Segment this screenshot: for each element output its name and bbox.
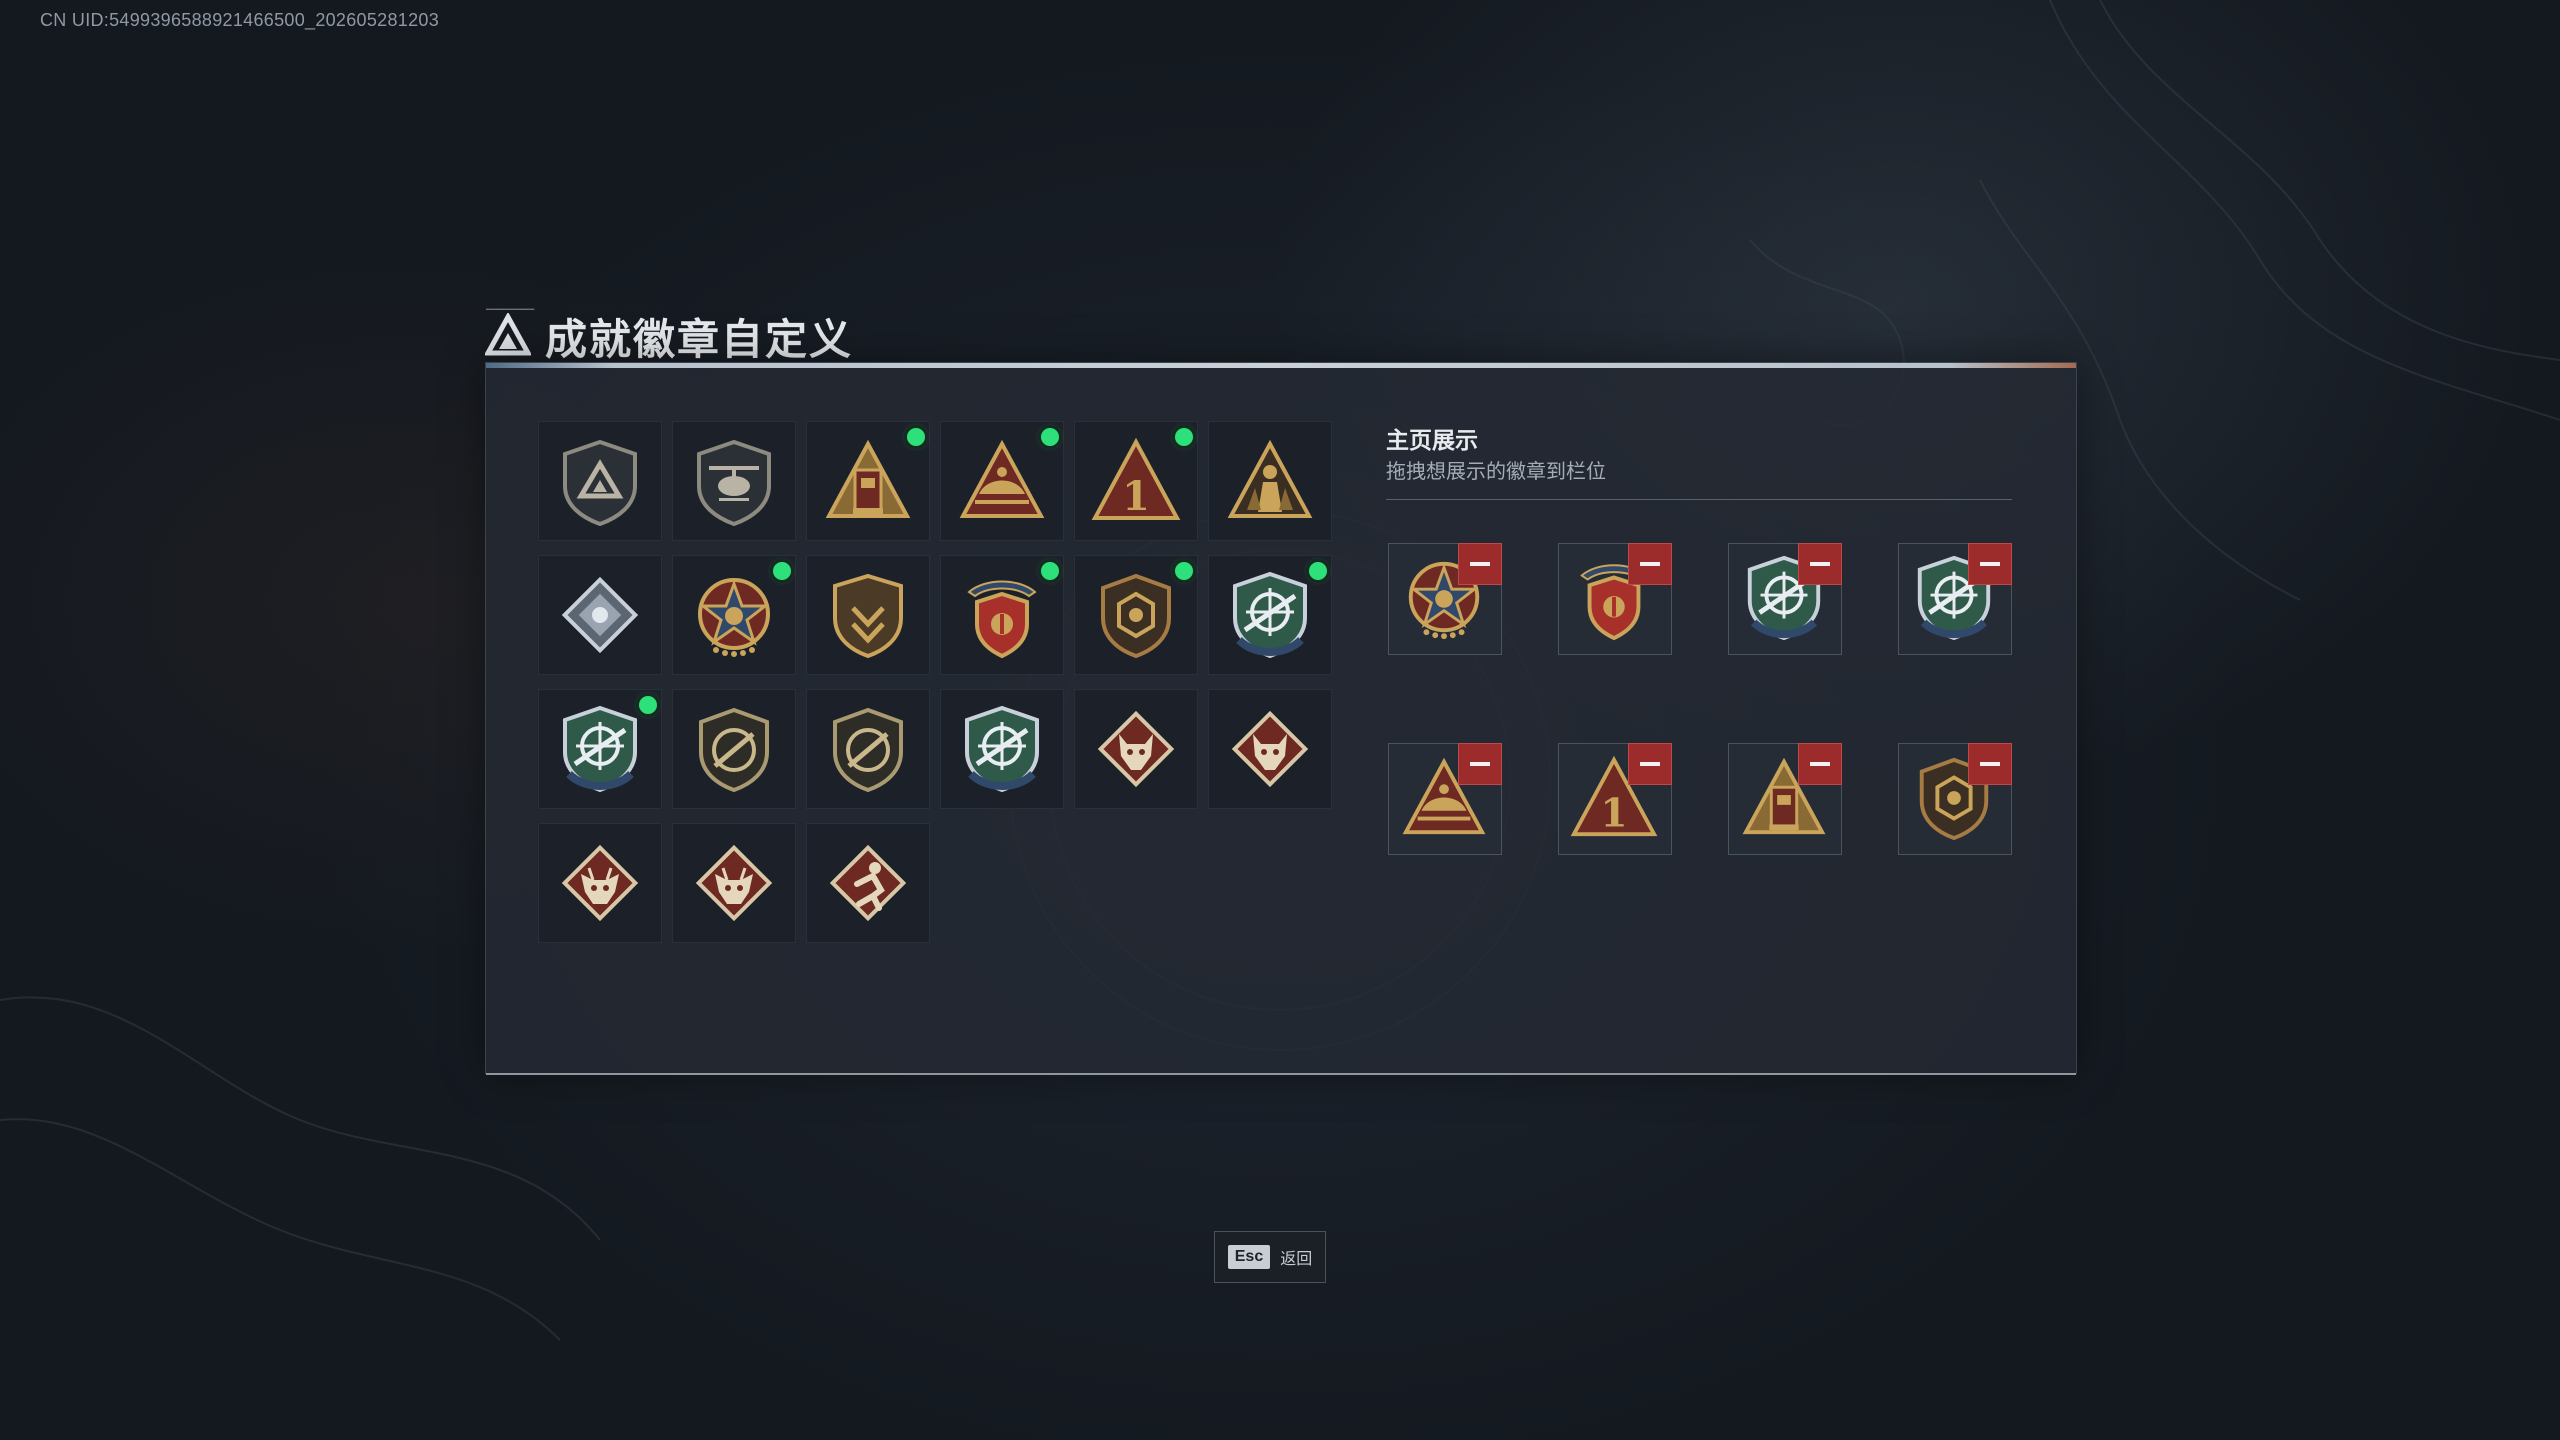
showcase-slot[interactable] (1898, 743, 2012, 855)
remove-badge-button[interactable] (1458, 543, 1502, 585)
svg-text:1: 1 (1122, 473, 1150, 520)
panel-top-accent (486, 363, 2076, 368)
badge-tile[interactable] (1074, 555, 1198, 675)
wolf-diamond-icon (1097, 710, 1175, 788)
badge-tile[interactable] (806, 689, 930, 809)
badge-tile[interactable] (1208, 689, 1332, 809)
bronze-crest-icon (1101, 573, 1171, 659)
badge-tile[interactable] (806, 555, 930, 675)
showcase-slot[interactable] (1388, 543, 1502, 655)
remove-badge-button[interactable] (1798, 543, 1842, 585)
remove-badge-button[interactable] (1798, 743, 1842, 785)
new-badge-indicator (1041, 562, 1059, 580)
badge-tile[interactable] (538, 689, 662, 809)
badge-tile[interactable] (1208, 555, 1332, 675)
gold-tower-icon (825, 439, 911, 518)
showcase-slot[interactable] (1728, 743, 1842, 855)
back-button[interactable]: Esc 返回 (1214, 1231, 1326, 1283)
remove-badge-button[interactable] (1968, 543, 2012, 585)
remove-badge-button[interactable] (1628, 543, 1672, 585)
badge-tile[interactable] (806, 823, 930, 943)
blue-crosshair-shield-icon (965, 705, 1039, 793)
panel-bottom-divider (486, 1073, 2076, 1075)
new-badge-indicator (907, 428, 925, 446)
runner-diamond-icon (829, 844, 907, 922)
badge-tile[interactable] (940, 555, 1064, 675)
new-badge-indicator (639, 696, 657, 714)
badge-tile[interactable] (672, 555, 796, 675)
showcase-divider (1386, 499, 2012, 500)
gold-boat-triangle-icon (959, 439, 1045, 518)
badge-tile[interactable] (672, 689, 796, 809)
badge-tile[interactable] (940, 689, 1064, 809)
remove-badge-button[interactable] (1628, 743, 1672, 785)
showcase-slot[interactable] (1728, 543, 1842, 655)
wolf-diamond-icon (1231, 710, 1309, 788)
helicopter-icon (697, 439, 771, 526)
rank-one-triangle-icon: 1 (1091, 437, 1181, 520)
badge-tile[interactable]: 1 (1074, 421, 1198, 541)
back-button-label: 返回 (1280, 1251, 1313, 1268)
badge-tile[interactable] (940, 421, 1064, 541)
showcase-slot[interactable] (1898, 543, 2012, 655)
showcase-title: 主页展示 (1386, 427, 1478, 453)
svg-text:1: 1 (1600, 790, 1627, 836)
remove-badge-button[interactable] (1968, 743, 2012, 785)
silver-diamond-emblem-icon (561, 576, 639, 654)
badge-tile[interactable] (672, 823, 796, 943)
badge-tile[interactable] (538, 555, 662, 675)
badge-tile[interactable] (1074, 689, 1198, 809)
badge-tile[interactable] (806, 421, 930, 541)
blue-crosshair-shield-icon (563, 705, 637, 793)
new-badge-indicator (1175, 428, 1193, 446)
winged-crest-icon (967, 580, 1037, 659)
new-badge-indicator (1041, 428, 1059, 446)
blue-crosshair-shield-icon (1233, 571, 1307, 659)
rifle-badge-icon (833, 707, 903, 793)
shield-chevron-icon (833, 573, 903, 659)
badge-tile[interactable] (672, 421, 796, 541)
user-uid-label: CN UID:5499396588921466500_202605281203 (40, 10, 440, 30)
showcase-slot[interactable] (1558, 543, 1672, 655)
esc-key-hint: Esc (1227, 1245, 1271, 1269)
badge-tile[interactable] (538, 421, 662, 541)
page-title: 成就徽章自定义 (545, 315, 854, 363)
new-badge-indicator (1175, 562, 1193, 580)
showcase-slot[interactable] (1388, 743, 1502, 855)
page-header: 成就徽章自定义 (485, 308, 853, 364)
star-medal-icon (698, 578, 770, 657)
dragon-diamond-icon (695, 844, 773, 922)
soldier-triangle-icon (1227, 439, 1313, 518)
shield-triangle-icon (563, 439, 637, 526)
badge-tile[interactable] (1208, 421, 1332, 541)
dragon-diamond-icon (561, 844, 639, 922)
new-badge-indicator (773, 562, 791, 580)
badge-customization-panel: 1 主页展示 拖拽想展示的徽章到栏位 1 (485, 362, 2077, 1075)
remove-badge-button[interactable] (1458, 743, 1502, 785)
badge-tile[interactable] (538, 823, 662, 943)
showcase-subtitle: 拖拽想展示的徽章到栏位 (1386, 461, 1606, 483)
triangle-logo-icon (485, 313, 531, 356)
showcase-slot[interactable]: 1 (1558, 743, 1672, 855)
rifle-badge-icon (699, 707, 769, 793)
new-badge-indicator (1309, 562, 1327, 580)
